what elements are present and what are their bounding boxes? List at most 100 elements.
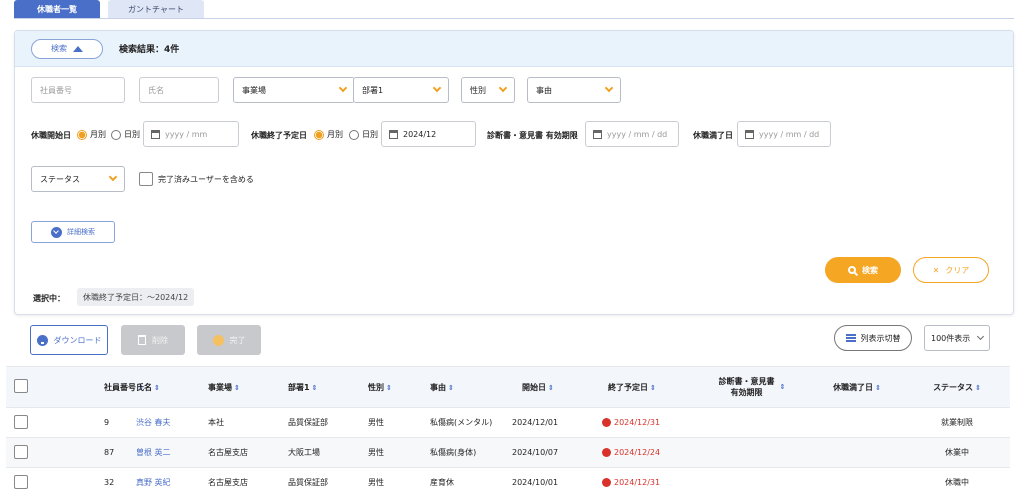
header-start-date[interactable]: 開始日 ⇕ [502, 382, 602, 393]
radio-label: 月別 [327, 130, 343, 139]
header-sex[interactable]: 性別 ⇕ [368, 382, 430, 393]
row-checkbox[interactable] [6, 444, 50, 461]
cell-name-link[interactable]: 真野 英紀 [136, 477, 208, 488]
per-page-select[interactable]: 100件表示 [924, 325, 990, 351]
diag-expiry-date-input[interactable]: yyyy / mm / dd [585, 121, 679, 147]
header-label: 休職満了日 [833, 382, 874, 392]
clear-button[interactable]: ✕ クリア [913, 257, 989, 283]
end-date-text: 2024/12/31 [614, 478, 661, 487]
leave-expiry-date-input[interactable]: yyyy / mm / dd [737, 121, 831, 147]
sex-select[interactable]: 性別 [461, 77, 515, 103]
leave-start-radio-daily[interactable]: 日別 [111, 129, 140, 140]
diag-expiry-label: 診断書・意見書 有効期限 [487, 131, 578, 140]
checkbox-icon [14, 474, 28, 489]
leave-start-radio-monthly[interactable]: 月別 [77, 129, 106, 140]
calendar-icon [593, 129, 602, 139]
sort-icon: ⇕ [875, 383, 881, 392]
leave-end-radio-daily[interactable]: 日別 [349, 129, 378, 140]
alert-icon [602, 448, 611, 457]
leave-end-date-input[interactable]: 2024/12 [381, 121, 476, 147]
header-select-all[interactable] [6, 379, 50, 395]
header-leave-expiry[interactable]: 休職満了日 ⇕ [802, 382, 912, 393]
name-input[interactable]: 氏名 [139, 77, 219, 103]
search-button[interactable]: 検索 [825, 257, 901, 283]
checkbox-icon [14, 414, 28, 429]
header-label: 診断書・意見書 [718, 377, 775, 386]
header-reason[interactable]: 事由 ⇕ [430, 382, 502, 393]
leave-end-radio-monthly[interactable]: 月別 [314, 129, 343, 140]
cell-name-link[interactable]: 渋谷 春夫 [136, 417, 208, 428]
cell-status: 休職中 [945, 478, 969, 487]
include-completed-checkbox[interactable]: 完了済みユーザーを含める [139, 172, 254, 186]
header-label: 氏名 [136, 382, 152, 392]
header-dept[interactable]: 部署1 ⇕ [288, 382, 368, 393]
table-row[interactable]: 32 真野 英紀 名古屋支店 品質保証部 男性 産育休 2024/10/01 2… [6, 468, 1010, 489]
cell-reason: 私傷病(身体) [430, 448, 477, 457]
detail-search-label: 詳細検索 [67, 228, 95, 236]
chevron-down-icon [604, 83, 614, 93]
header-label: 社員番号 [104, 382, 136, 392]
search-toggle-button[interactable]: 検索 [31, 38, 103, 59]
cell-dept: 品質保証部 [288, 478, 328, 487]
cell-sex: 男性 [368, 418, 384, 427]
cell-name-link[interactable]: 曽根 英二 [136, 447, 208, 458]
trash-icon [138, 335, 146, 345]
alert-icon [602, 478, 611, 487]
radio-label: 日別 [362, 130, 378, 139]
cell-reason: 産育休 [430, 478, 454, 487]
radio-label: 月別 [90, 130, 106, 139]
alert-icon [602, 418, 611, 427]
header-label: 終了予定日 [608, 382, 648, 392]
table-row[interactable]: 9 渋谷 春夫 本社 品質保証部 男性 私傷病(メンタル) 2024/12/01… [6, 408, 1010, 438]
cell-employee-no: 87 [104, 448, 115, 457]
column-toggle-label: 列表示切替 [860, 333, 901, 343]
sort-icon: ⇕ [548, 383, 554, 392]
list-icon [845, 334, 856, 342]
calendar-icon [389, 129, 398, 139]
selected-filters-label: 選択中： [33, 294, 65, 303]
dept-select[interactable]: 部署1 [353, 77, 449, 103]
site-select[interactable]: 事業場 [233, 77, 355, 103]
cell-employee-no: 32 [104, 478, 115, 487]
header-diag-expiry[interactable]: 診断書・意見書 有効期限 ⇕ [702, 376, 802, 398]
tab-leave-list[interactable]: 休職者一覧 [14, 0, 100, 18]
status-select[interactable]: ステータス [31, 166, 125, 192]
sort-icon: ⇕ [234, 383, 240, 392]
delete-button[interactable]: 削除 [121, 325, 185, 355]
radio-selected-icon [314, 129, 324, 140]
download-button[interactable]: ダウンロード [30, 325, 108, 355]
sort-icon: ⇕ [779, 383, 786, 391]
employee-no-input[interactable]: 社員番号 [31, 77, 125, 103]
delete-label: 削除 [152, 335, 168, 345]
table-row[interactable]: 87 曽根 英二 名古屋支店 大阪工場 男性 私傷病(身体) 2024/10/0… [6, 438, 1010, 468]
row-checkbox[interactable] [6, 414, 50, 431]
cell-sex: 男性 [368, 478, 384, 487]
complete-button[interactable]: 完了 [197, 325, 261, 355]
leave-start-placeholder: yyyy / mm [165, 129, 208, 139]
header-label: 部署1 [288, 382, 310, 392]
detail-search-button[interactable]: 詳細検索 [31, 221, 115, 243]
header-label: 性別 [368, 382, 384, 392]
header-label: 事由 [430, 382, 446, 392]
header-site[interactable]: 事業場 ⇕ [208, 382, 288, 393]
column-toggle-button[interactable]: 列表示切替 [834, 325, 912, 351]
header-name[interactable]: 氏名 ⇕ [136, 382, 208, 393]
cell-site: 本社 [208, 418, 224, 427]
header-label-group: 診断書・意見書 有効期限 [719, 376, 775, 398]
search-icon [848, 266, 856, 274]
include-completed-label: 完了済みユーザーを含める [158, 174, 254, 184]
header-employee-no[interactable]: 社員番号 ⇕ [50, 382, 144, 393]
search-panel: 検索 検索結果：4件 社員番号 氏名 事業場 部署1 性別 事由 休職開始日 月… [14, 30, 1014, 315]
cell-status: 就業制限 [941, 418, 973, 427]
cell-end-date: 2024/12/31 [602, 478, 702, 487]
tab-gantt-chart[interactable]: ガントチャート [108, 0, 204, 18]
calendar-icon [745, 129, 754, 139]
status-select-label: ステータス [40, 174, 80, 184]
chevron-down-icon [498, 83, 508, 93]
leave-start-date-input[interactable]: yyyy / mm [143, 121, 239, 147]
cell-site: 名古屋支店 [208, 478, 248, 487]
header-status[interactable]: ステータス ⇕ [912, 382, 1002, 393]
row-checkbox[interactable] [6, 474, 50, 489]
header-end-date[interactable]: 終了予定日 ⇕ [602, 382, 702, 393]
reason-select[interactable]: 事由 [527, 77, 621, 103]
